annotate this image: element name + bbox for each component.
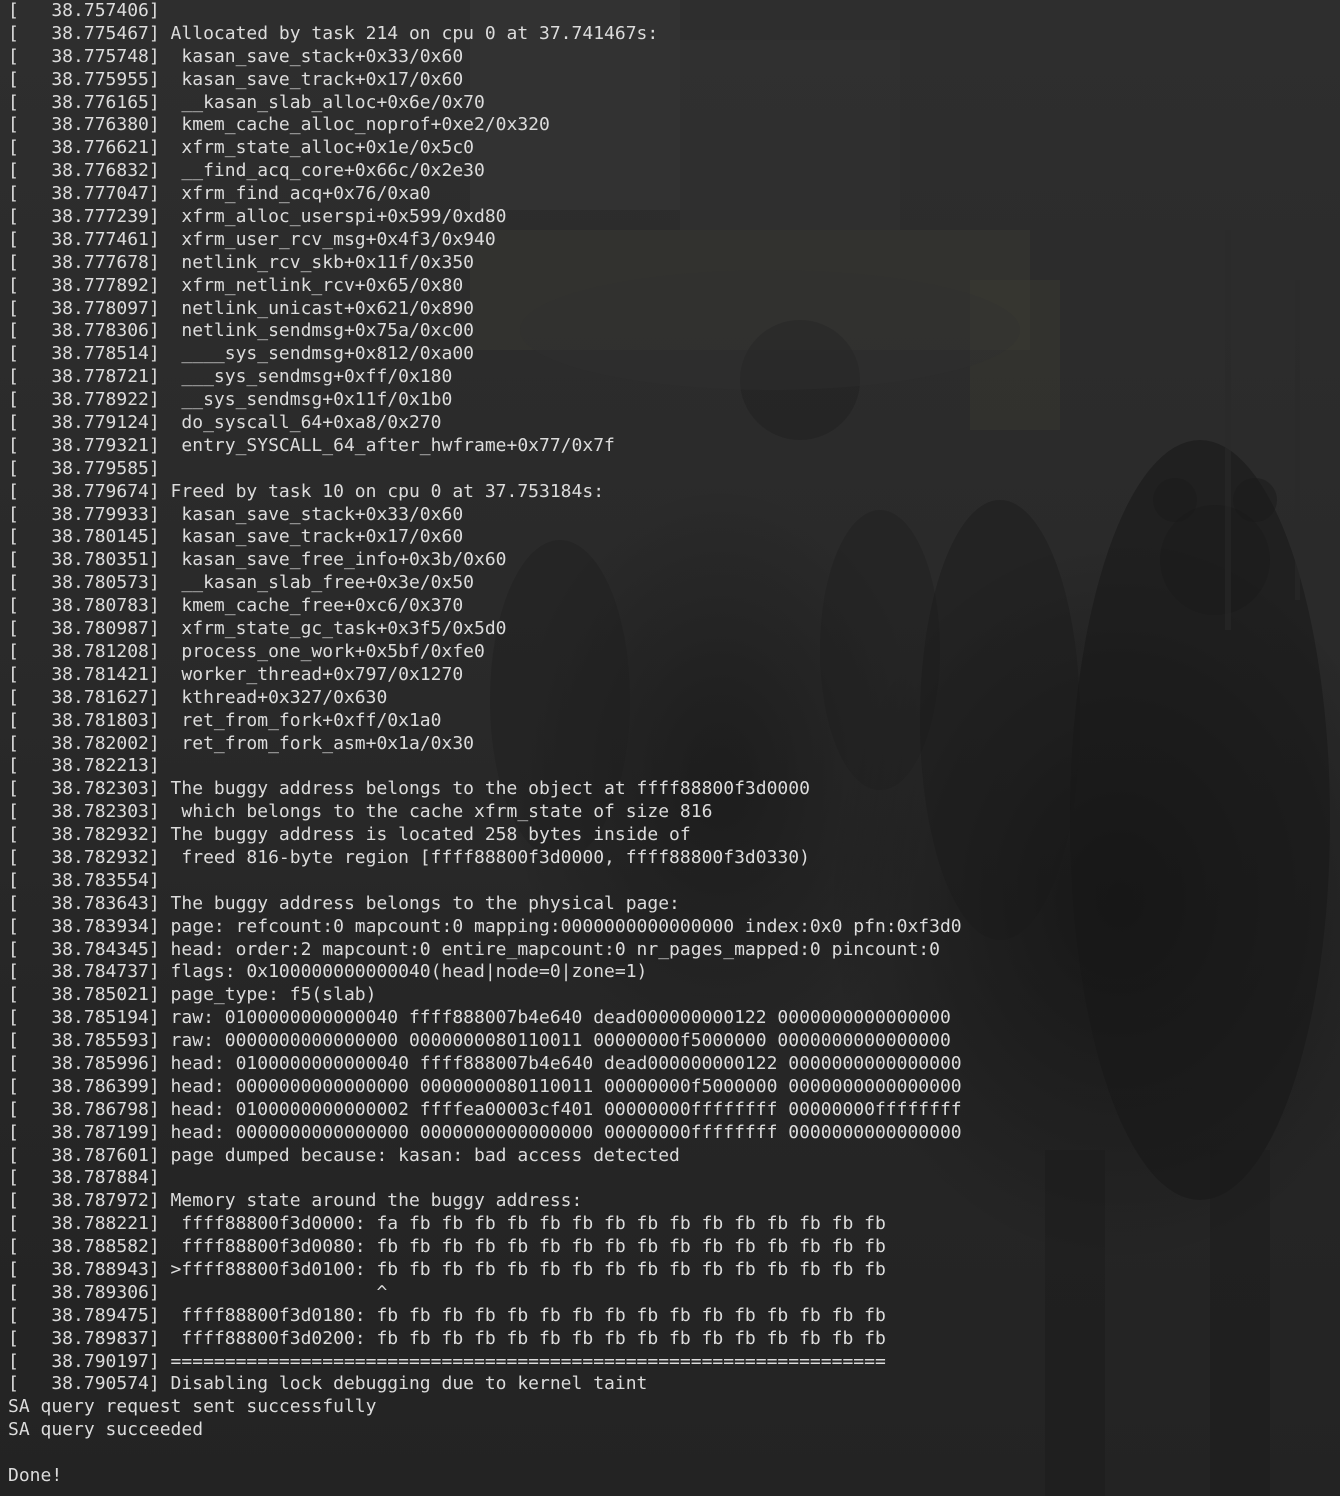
terminal-line: [ 38.787972] Memory state around the bug…: [8, 1190, 583, 1212]
terminal-line: [ 38.790574] Disabling lock debugging du…: [8, 1373, 648, 1395]
terminal-line: [ 38.787199] head: 0000000000000000 0000…: [8, 1121, 962, 1143]
terminal-line: SA query request sent successfully: [8, 1396, 377, 1418]
terminal-line: [ 38.778721] ___sys_sendmsg+0xff/0x180: [8, 366, 453, 388]
terminal-line: [ 38.785194] raw: 0100000000000040 ffff8…: [8, 1007, 951, 1029]
terminal-line: [ 38.790197] ===========================…: [8, 1350, 886, 1372]
terminal-line: [ 38.777047] xfrm_find_acq+0x76/0xa0: [8, 183, 431, 205]
terminal-line: [ 38.778306] netlink_sendmsg+0x75a/0xc00: [8, 320, 474, 342]
terminal-line: [ 38.783934] page: refcount:0 mapcount:0…: [8, 915, 962, 937]
terminal-line: [ 38.783554]: [8, 869, 160, 891]
terminal-line: [ 38.786798] head: 0100000000000002 ffff…: [8, 1098, 962, 1120]
terminal-line: [ 38.779124] do_syscall_64+0xa8/0x270: [8, 412, 442, 434]
terminal-line: [ 38.783643] The buggy address belongs t…: [8, 892, 680, 914]
terminal-line: [ 38.788221] ffff88800f3d0000: fa fb fb …: [8, 1213, 886, 1235]
terminal-line: [ 38.788582] ffff88800f3d0080: fb fb fb …: [8, 1236, 886, 1258]
terminal-line: [ 38.782002] ret_from_fork_asm+0x1a/0x30: [8, 732, 474, 754]
terminal-line: [ 38.778514] ____sys_sendmsg+0x812/0xa00: [8, 343, 474, 365]
terminal-line: [ 38.785593] raw: 0000000000000000 00000…: [8, 1030, 951, 1052]
terminal-line: [ 38.784737] flags: 0x100000000000040(he…: [8, 961, 648, 983]
terminal-line: [ 38.777678] netlink_rcv_skb+0x11f/0x350: [8, 251, 474, 273]
terminal-output: [ 38.757406][ 38.775467] Allocated by ta…: [8, 0, 962, 1488]
terminal-line: [ 38.781627] kthread+0x327/0x630: [8, 686, 388, 708]
terminal-window[interactable]: [ 38.757406][ 38.775467] Allocated by ta…: [0, 0, 1340, 1496]
terminal-line: [ 38.782303] The buggy address belongs t…: [8, 778, 810, 800]
terminal-line: [ 38.779585]: [8, 457, 160, 479]
terminal-line: [ 38.785996] head: 0100000000000040 ffff…: [8, 1052, 962, 1074]
terminal-line: [ 38.777461] xfrm_user_rcv_msg+0x4f3/0x9…: [8, 228, 496, 250]
terminal-line: [ 38.780783] kmem_cache_free+0xc6/0x370: [8, 595, 464, 617]
terminal-line: [ 38.780351] kasan_save_free_info+0x3b/0…: [8, 549, 507, 571]
terminal-line: [ 38.782303] which belongs to the cache …: [8, 801, 713, 823]
terminal-line: Done!: [8, 1465, 63, 1486]
terminal-line: [ 38.789837] ffff88800f3d0200: fb fb fb …: [8, 1327, 886, 1349]
terminal-line: [ 38.757406]: [8, 0, 160, 21]
terminal-line: [ 38.779321] entry_SYSCALL_64_after_hwfr…: [8, 434, 615, 456]
terminal-line: [ 38.780145] kasan_save_track+0x17/0x60: [8, 526, 464, 548]
terminal-line: SA query succeeded: [8, 1419, 204, 1441]
terminal-line: [ 38.789475] ffff88800f3d0180: fb fb fb …: [8, 1304, 886, 1326]
terminal-line: [ 38.780987] xfrm_state_gc_task+0x3f5/0x…: [8, 618, 507, 640]
terminal-line: [ 38.779674] Freed by task 10 on cpu 0 a…: [8, 480, 605, 502]
terminal-line: [ 38.776165] __kasan_slab_alloc+0x6e/0x7…: [8, 91, 485, 113]
terminal-line: [ 38.776380] kmem_cache_alloc_noprof+0xe…: [8, 114, 550, 136]
terminal-line: [ 38.781421] worker_thread+0x797/0x1270: [8, 663, 464, 685]
terminal-line: [ 38.784345] head: order:2 mapcount:0 en…: [8, 938, 940, 960]
terminal-line: [ 38.782213]: [8, 755, 160, 777]
terminal-line: [ 38.778097] netlink_unicast+0x621/0x890: [8, 297, 474, 319]
terminal-line: [ 38.775748] kasan_save_stack+0x33/0x60: [8, 45, 464, 67]
terminal-line: [ 38.777239] xfrm_alloc_userspi+0x599/0x…: [8, 206, 507, 228]
terminal-line: [ 38.777892] xfrm_netlink_rcv+0x65/0x80: [8, 274, 464, 296]
terminal-line: [ 38.787884]: [8, 1167, 160, 1189]
terminal-line: [ 38.778922] __sys_sendmsg+0x11f/0x1b0: [8, 389, 453, 411]
terminal-line: [ 38.788943] >ffff88800f3d0100: fb fb fb…: [8, 1258, 886, 1280]
terminal-line: [ 38.776832] __find_acq_core+0x66c/0x2e3…: [8, 160, 485, 182]
terminal-line: [ 38.782932] The buggy address is locate…: [8, 824, 691, 846]
terminal-line: [ 38.779933] kasan_save_stack+0x33/0x60: [8, 503, 464, 525]
terminal-line: [ 38.781208] process_one_work+0x5bf/0xfe…: [8, 640, 485, 662]
terminal-line: [ 38.789306] ^: [8, 1281, 388, 1303]
terminal-line: [ 38.776621] xfrm_state_alloc+0x1e/0x5c0: [8, 137, 474, 159]
terminal-line: [ 38.780573] __kasan_slab_free+0x3e/0x50: [8, 572, 474, 594]
terminal-line: [ 38.781803] ret_from_fork+0xff/0x1a0: [8, 709, 442, 731]
terminal-line: [ 38.786399] head: 0000000000000000 0000…: [8, 1075, 962, 1097]
terminal-line: [ 38.787601] page dumped because: kasan:…: [8, 1144, 680, 1166]
terminal-line: [ 38.775467] Allocated by task 214 on cp…: [8, 22, 659, 44]
terminal-line: [ 38.785021] page_type: f5(slab): [8, 984, 377, 1006]
terminal-line: [ 38.782932] freed 816-byte region [ffff…: [8, 846, 810, 868]
terminal-line: [ 38.775955] kasan_save_track+0x17/0x60: [8, 68, 464, 90]
